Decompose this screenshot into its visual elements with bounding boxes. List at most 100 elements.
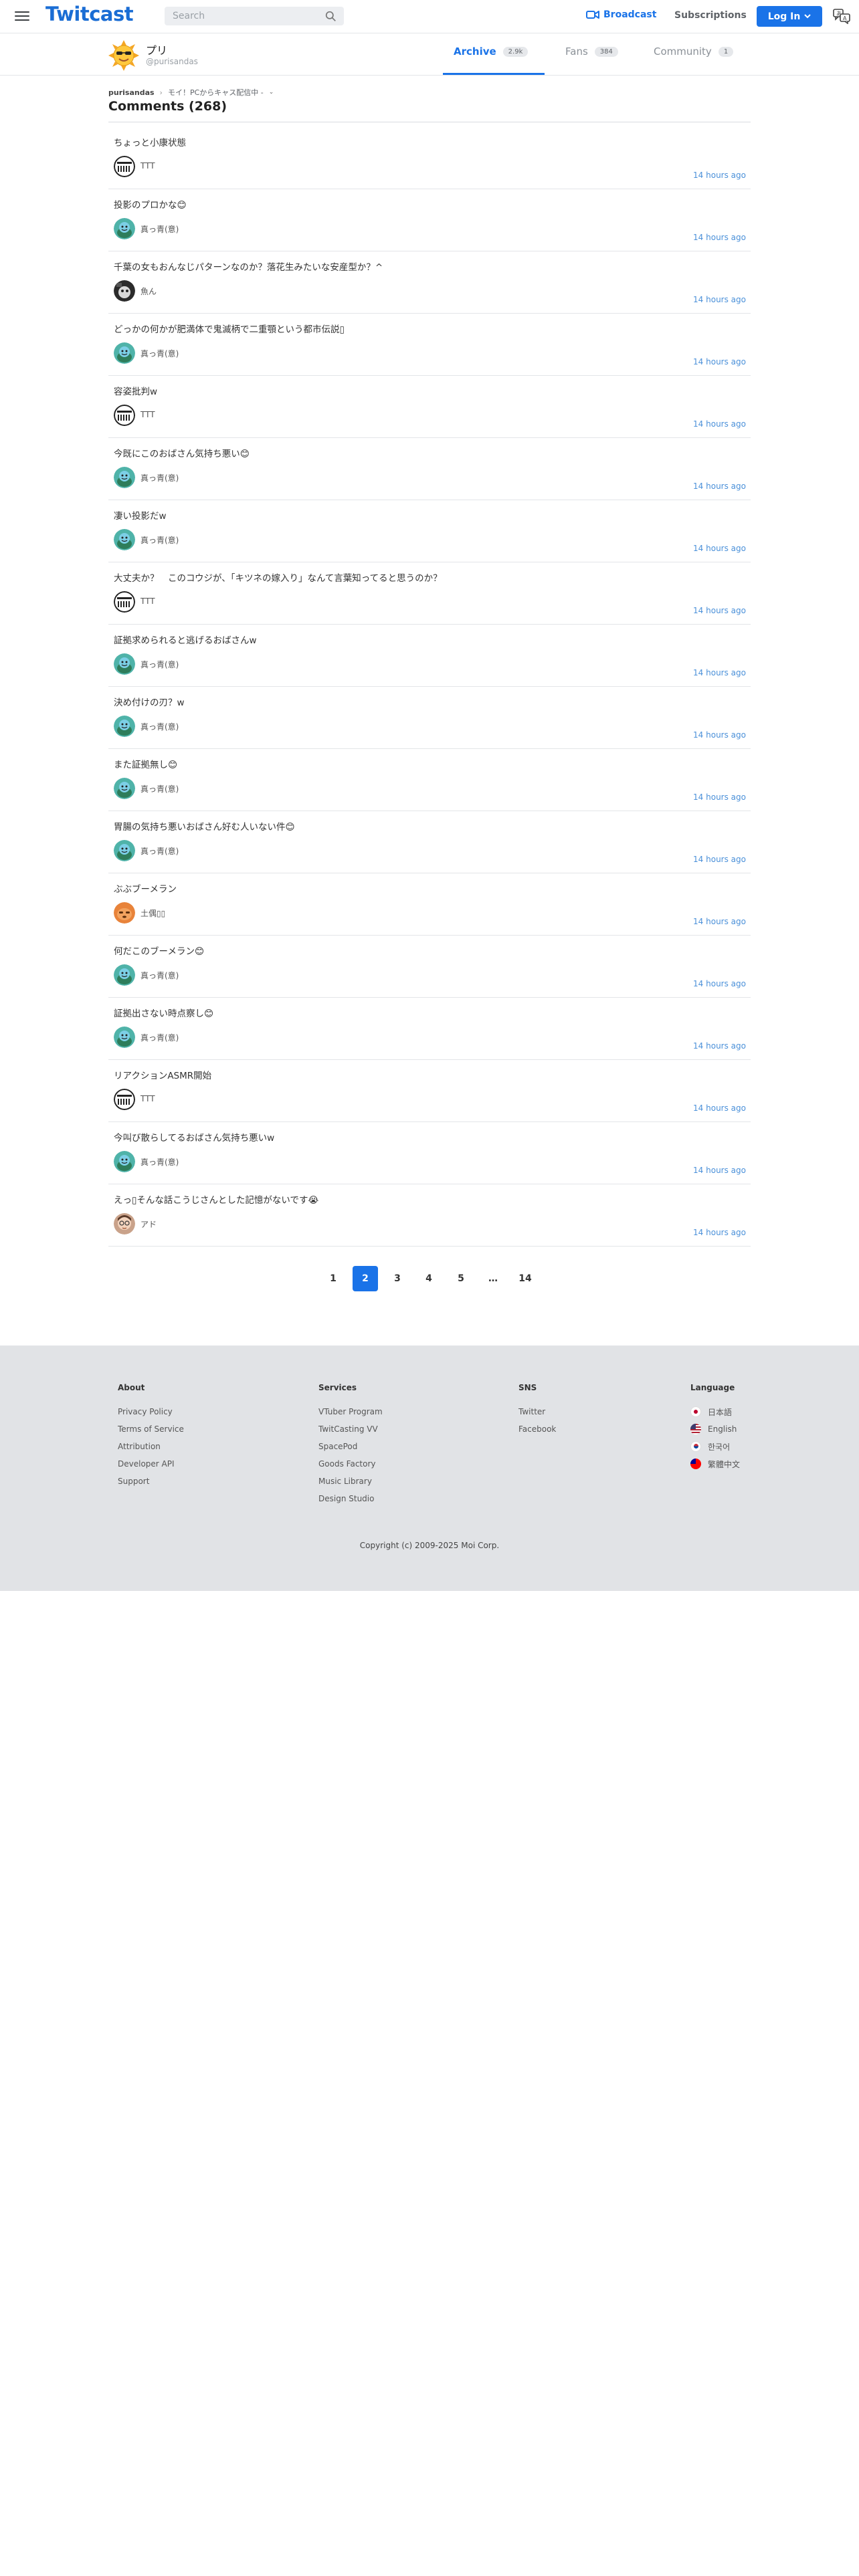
comment-username[interactable]: 魚ん xyxy=(140,286,157,297)
language-option-en[interactable]: English xyxy=(690,1424,740,1434)
broadcast-label: Broadcast xyxy=(603,9,657,20)
page-link[interactable]: 4 xyxy=(416,1266,442,1291)
comment-username[interactable]: 真っ青(意) xyxy=(140,348,179,359)
footer-link-vtuber[interactable]: VTuber Program xyxy=(318,1407,383,1416)
comment-item: 決め付けの刃？w 真っ青(意) 14 hours ago xyxy=(108,687,751,749)
comment-username[interactable]: 真っ青(意) xyxy=(140,659,179,670)
comment-text: どっかの何かが肥満体で鬼滅柄で二重顎という都市伝説▯ xyxy=(114,324,345,335)
comment-username[interactable]: 土偶▯▯ xyxy=(140,907,165,919)
language-option-zh-tw[interactable]: 繁體中文 xyxy=(690,1459,740,1469)
language-icon[interactable]: あ A xyxy=(833,8,850,24)
breadcrumb-user[interactable]: purisandas xyxy=(108,88,155,97)
page-title: Comments (268) xyxy=(108,99,227,114)
footer-link-twitter[interactable]: Twitter xyxy=(518,1407,556,1416)
tab-archive[interactable]: Archive 2.9k xyxy=(454,45,529,58)
footer-link-music-library[interactable]: Music Library xyxy=(318,1477,383,1486)
comment-timestamp: 14 hours ago xyxy=(693,606,746,615)
comment-username[interactable]: TTT xyxy=(140,410,155,419)
comment-username[interactable]: 真っ青(意) xyxy=(140,721,179,732)
page-link[interactable]: 1 xyxy=(320,1266,346,1291)
comment-username[interactable]: TTT xyxy=(140,161,155,171)
user-avatar[interactable] xyxy=(114,591,135,613)
copyright: Copyright (c) 2009-2025 Moi Corp. xyxy=(359,1541,500,1550)
profile-avatar[interactable] xyxy=(108,40,139,71)
breadcrumb-separator: › xyxy=(159,88,163,97)
comment-item: 大丈夫か？ このコウジが、「キツネの嫁入り」なんて言葉知ってると思うのか？ TTT… xyxy=(108,563,751,625)
user-avatar[interactable] xyxy=(114,902,135,924)
footer-link-terms[interactable]: Terms of Service xyxy=(118,1424,184,1434)
taiwan-flag-icon xyxy=(690,1459,701,1469)
tab-fans[interactable]: Fans 384 xyxy=(565,45,618,58)
subscriptions-link[interactable]: Subscriptions xyxy=(674,10,747,21)
pagination-ellipsis: … xyxy=(488,1273,498,1284)
comment-username[interactable]: TTT xyxy=(140,1094,155,1103)
comment-username[interactable]: 真っ青(意) xyxy=(140,534,179,546)
footer-link-attribution[interactable]: Attribution xyxy=(118,1442,184,1451)
user-avatar[interactable] xyxy=(114,280,135,302)
user-avatar[interactable] xyxy=(114,529,135,550)
footer-about: About Privacy Policy Terms of Service At… xyxy=(118,1383,184,1494)
user-avatar[interactable] xyxy=(114,156,135,177)
user-avatar[interactable] xyxy=(114,964,135,986)
user-avatar[interactable] xyxy=(114,405,135,426)
footer-heading: Services xyxy=(318,1383,357,1392)
user-avatar[interactable] xyxy=(114,1151,135,1172)
footer-link-spacepod[interactable]: SpacePod xyxy=(318,1442,383,1451)
footer-link-support[interactable]: Support xyxy=(118,1477,184,1486)
chevron-down-icon[interactable]: ⌄ xyxy=(269,89,274,96)
comment-username[interactable]: 真っ青(意) xyxy=(140,472,179,484)
comment-username[interactable]: 真っ青(意) xyxy=(140,223,179,235)
user-avatar[interactable] xyxy=(114,1089,135,1110)
comment-text: 投影のプロかな😊 xyxy=(114,200,187,211)
comment-timestamp: 14 hours ago xyxy=(693,357,746,366)
user-avatar[interactable] xyxy=(114,716,135,737)
comment-username[interactable]: アド xyxy=(140,1218,157,1230)
page-link[interactable]: 5 xyxy=(448,1266,474,1291)
user-avatar[interactable] xyxy=(114,467,135,488)
user-avatar[interactable] xyxy=(114,1027,135,1048)
breadcrumb-movie[interactable]: モイ！PCからキャス配信中 - xyxy=(168,87,264,98)
footer-sns: SNS Twitter Facebook xyxy=(518,1383,556,1442)
language-option-ja[interactable]: 日本語 xyxy=(690,1406,740,1417)
profile-name[interactable]: プリ xyxy=(146,41,167,58)
twitcast-logo[interactable]: Twitcast xyxy=(45,3,134,25)
comment-username[interactable]: 真っ青(意) xyxy=(140,1156,179,1168)
tab-community[interactable]: Community 1 xyxy=(654,45,734,58)
comment-username[interactable]: 真っ青(意) xyxy=(140,845,179,857)
comment-text: 胃腸の気持ち悪いおばさん好む人いない件😊 xyxy=(114,822,295,833)
login-button[interactable]: Log In xyxy=(757,6,822,27)
tab-count: 2.9k xyxy=(502,46,529,57)
page-link[interactable]: 2 xyxy=(353,1266,378,1291)
comment-item: 証拠求められると逃げるおばさんw 真っ青(意) 14 hours ago xyxy=(108,625,751,687)
search-input[interactable] xyxy=(165,7,318,25)
footer-link-goods-factory[interactable]: Goods Factory xyxy=(318,1459,383,1469)
comment-item: 今叫び散らしてるおばさん気持ち悪いw 真っ青(意) 14 hours ago xyxy=(108,1123,751,1184)
footer-link-design-studio[interactable]: Design Studio xyxy=(318,1494,383,1503)
user-avatar[interactable] xyxy=(114,218,135,239)
page-link[interactable]: 14 xyxy=(512,1266,538,1291)
comment-text: リアクションASMR開始 xyxy=(114,1071,212,1081)
language-option-ko[interactable]: 한국어 xyxy=(690,1441,740,1452)
user-avatar[interactable] xyxy=(114,342,135,364)
comment-username[interactable]: 真っ青(意) xyxy=(140,970,179,981)
user-avatar[interactable] xyxy=(114,840,135,861)
hamburger-menu-icon[interactable] xyxy=(15,9,29,23)
comment-username[interactable]: 真っ青(意) xyxy=(140,1032,179,1043)
comment-username[interactable]: 真っ青(意) xyxy=(140,783,179,794)
user-avatar[interactable] xyxy=(114,653,135,675)
us-flag-icon xyxy=(690,1424,701,1434)
comment-text: 何だこのブーメラン😊 xyxy=(114,946,205,957)
user-avatar[interactable] xyxy=(114,778,135,799)
search-icon[interactable] xyxy=(325,11,337,22)
comment-username[interactable]: TTT xyxy=(140,597,155,606)
comment-timestamp: 14 hours ago xyxy=(693,1103,746,1113)
footer-link-facebook[interactable]: Facebook xyxy=(518,1424,556,1434)
page-link[interactable]: 3 xyxy=(385,1266,410,1291)
broadcast-button[interactable]: Broadcast xyxy=(586,9,656,20)
footer-link-developer-api[interactable]: Developer API xyxy=(118,1459,184,1469)
comment-item: 今既にこのおばさん気持ち悪い😊 真っ青(意) 14 hours ago xyxy=(108,439,751,500)
footer-link-privacy[interactable]: Privacy Policy xyxy=(118,1407,184,1416)
profile-id: @purisandas xyxy=(146,57,198,66)
user-avatar[interactable] xyxy=(114,1213,135,1235)
footer-link-twitcasting-vv[interactable]: TwitCasting VV xyxy=(318,1424,383,1434)
